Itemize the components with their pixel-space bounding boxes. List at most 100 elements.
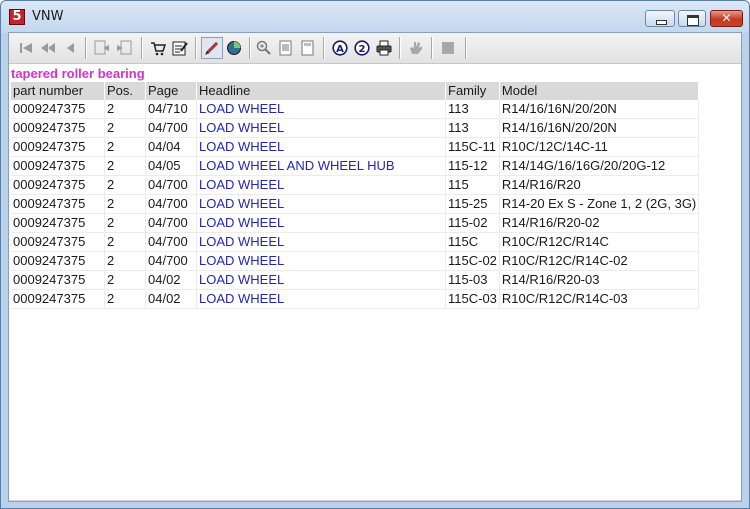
headline-link[interactable]: LOAD WHEEL bbox=[197, 233, 446, 252]
chart-button[interactable] bbox=[225, 39, 243, 57]
headline-link[interactable]: LOAD WHEEL bbox=[197, 195, 446, 214]
part-number-cell: 0009247375 bbox=[11, 214, 105, 233]
toolbar: A 2 bbox=[9, 33, 741, 64]
part-number-cell: 0009247375 bbox=[11, 157, 105, 176]
page-cell: 04/700 bbox=[146, 119, 197, 138]
table-row[interactable]: 0009247375 2 04/700 LOAD WHEEL 115-25 R14-20 … bbox=[11, 195, 700, 214]
family-cell: 115 bbox=[446, 176, 500, 195]
toolbar-separator bbox=[195, 37, 197, 59]
page-button[interactable] bbox=[277, 39, 295, 57]
print-icon bbox=[376, 40, 392, 56]
zoom-in-button[interactable] bbox=[255, 39, 273, 57]
column-header-pos[interactable]: Pos. bbox=[105, 82, 146, 100]
model-cell: R14/16/16N/20/20N bbox=[499, 119, 700, 138]
parts-table: part number Pos. Page Headline Family Mo… bbox=[11, 82, 700, 309]
marker-button[interactable] bbox=[201, 37, 223, 59]
pos-cell: 2 bbox=[105, 252, 146, 271]
circle-2-icon: 2 bbox=[354, 40, 370, 56]
page-cell: 04/700 bbox=[146, 176, 197, 195]
column-header-page[interactable]: Page bbox=[146, 82, 197, 100]
first-record-button[interactable] bbox=[17, 39, 35, 57]
pos-cell: 2 bbox=[105, 119, 146, 138]
panel-bottom-rule bbox=[9, 500, 741, 501]
circle-a-icon: A bbox=[332, 40, 348, 56]
title-bar[interactable]: 5 VNW ✕ bbox=[1, 1, 749, 33]
part-number-cell: 0009247375 bbox=[11, 252, 105, 271]
column-header-family[interactable]: Family bbox=[446, 82, 500, 100]
table-body: 0009247375 2 04/710 LOAD WHEEL 113 R14/16/16N… bbox=[11, 100, 700, 309]
table-row[interactable]: 0009247375 2 04/02 LOAD WHEEL 115-03 R14/R16/… bbox=[11, 271, 700, 290]
page-cell: 04/04 bbox=[146, 138, 197, 157]
cart-button[interactable] bbox=[149, 39, 167, 57]
column-header-headline[interactable]: Headline bbox=[197, 82, 446, 100]
table-row[interactable]: 0009247375 2 04/05 LOAD WHEEL AND WHEEL HUB… bbox=[11, 157, 700, 176]
headline-link[interactable]: LOAD WHEEL bbox=[197, 252, 446, 271]
page-cell: 04/700 bbox=[146, 252, 197, 271]
column-header-model[interactable]: Model bbox=[499, 82, 700, 100]
toolbar-separator bbox=[323, 37, 325, 59]
result-caption: tapered roller bearing bbox=[11, 66, 145, 81]
toolbar-separator bbox=[431, 37, 433, 59]
print-button[interactable] bbox=[375, 39, 393, 57]
toolbar-separator bbox=[141, 37, 143, 59]
circle-2-button[interactable]: 2 bbox=[353, 39, 371, 57]
table-row[interactable]: 0009247375 2 04/710 LOAD WHEEL 113 R14/16/16N… bbox=[11, 100, 700, 119]
part-number-cell: 0009247375 bbox=[11, 195, 105, 214]
table-row[interactable]: 0009247375 2 04/700 LOAD WHEEL 115C R10C/R12C… bbox=[11, 233, 700, 252]
headline-link[interactable]: LOAD WHEEL bbox=[197, 176, 446, 195]
headline-link[interactable]: LOAD WHEEL bbox=[197, 100, 446, 119]
headline-link[interactable]: LOAD WHEEL bbox=[197, 119, 446, 138]
app-icon[interactable]: 5 bbox=[9, 9, 25, 25]
table-row[interactable]: 0009247375 2 04/700 LOAD WHEEL 115 R14/R16/R2… bbox=[11, 176, 700, 195]
edit-checklist-icon bbox=[172, 41, 188, 56]
maximize-button[interactable] bbox=[678, 10, 706, 27]
model-cell: R14/14G/16/16G/20/20G-12 bbox=[499, 157, 700, 176]
page-icon bbox=[279, 40, 292, 56]
column-header-part-number[interactable]: part number bbox=[11, 82, 105, 100]
pos-cell: 2 bbox=[105, 176, 146, 195]
headline-link[interactable]: LOAD WHEEL bbox=[197, 214, 446, 233]
minimize-icon bbox=[656, 20, 667, 25]
pos-cell: 2 bbox=[105, 233, 146, 252]
previous-page-button[interactable] bbox=[39, 39, 57, 57]
circle-a-button[interactable]: A bbox=[331, 39, 349, 57]
page-cell: 04/710 bbox=[146, 100, 197, 119]
part-number-cell: 0009247375 bbox=[11, 290, 105, 309]
pos-cell: 2 bbox=[105, 290, 146, 309]
minimize-button[interactable] bbox=[645, 10, 675, 27]
headline-link[interactable]: LOAD WHEEL AND WHEEL HUB bbox=[197, 157, 446, 176]
table-row[interactable]: 0009247375 2 04/02 LOAD WHEEL 115C-03 R10C/R1… bbox=[11, 290, 700, 309]
family-cell: 115-03 bbox=[446, 271, 500, 290]
toolbar-separator bbox=[399, 37, 401, 59]
edit-checklist-button[interactable] bbox=[171, 39, 189, 57]
model-cell: R10C/12C/14C-11 bbox=[499, 138, 700, 157]
pos-cell: 2 bbox=[105, 271, 146, 290]
table-row[interactable]: 0009247375 2 04/700 LOAD WHEEL 115-02 R14/R16… bbox=[11, 214, 700, 233]
app-window: 5 VNW ✕ A 2 tapered roller bearing part … bbox=[0, 0, 750, 509]
stop-button[interactable] bbox=[439, 39, 457, 57]
export-left-icon bbox=[94, 40, 109, 55]
toolbar-separator bbox=[85, 37, 87, 59]
stop-grey-icon bbox=[442, 42, 454, 54]
close-button[interactable]: ✕ bbox=[710, 10, 743, 27]
model-cell: R10C/R12C/R14C bbox=[499, 233, 700, 252]
table-row[interactable]: 0009247375 2 04/700 LOAD WHEEL 115C-02 R10C/R… bbox=[11, 252, 700, 271]
part-number-cell: 0009247375 bbox=[11, 100, 105, 119]
model-cell: R14/R16/R20-02 bbox=[499, 214, 700, 233]
zoom-in-icon bbox=[256, 40, 271, 55]
table-row[interactable]: 0009247375 2 04/04 LOAD WHEEL 115C-11 R10C/12… bbox=[11, 138, 700, 157]
page-cell: 04/02 bbox=[146, 290, 197, 309]
export-right-button[interactable] bbox=[115, 39, 133, 57]
table-row[interactable]: 0009247375 2 04/700 LOAD WHEEL 113 R14/16/16N… bbox=[11, 119, 700, 138]
first-record-icon bbox=[20, 43, 32, 53]
headline-link[interactable]: LOAD WHEEL bbox=[197, 271, 446, 290]
previous-record-button[interactable] bbox=[61, 39, 79, 57]
page-alt-button[interactable] bbox=[299, 39, 317, 57]
hand-button[interactable] bbox=[407, 39, 425, 57]
headline-link[interactable]: LOAD WHEEL bbox=[197, 138, 446, 157]
pos-cell: 2 bbox=[105, 100, 146, 119]
svg-text:A: A bbox=[336, 44, 344, 55]
export-left-button[interactable] bbox=[93, 39, 111, 57]
page-cell: 04/700 bbox=[146, 195, 197, 214]
headline-link[interactable]: LOAD WHEEL bbox=[197, 290, 446, 309]
